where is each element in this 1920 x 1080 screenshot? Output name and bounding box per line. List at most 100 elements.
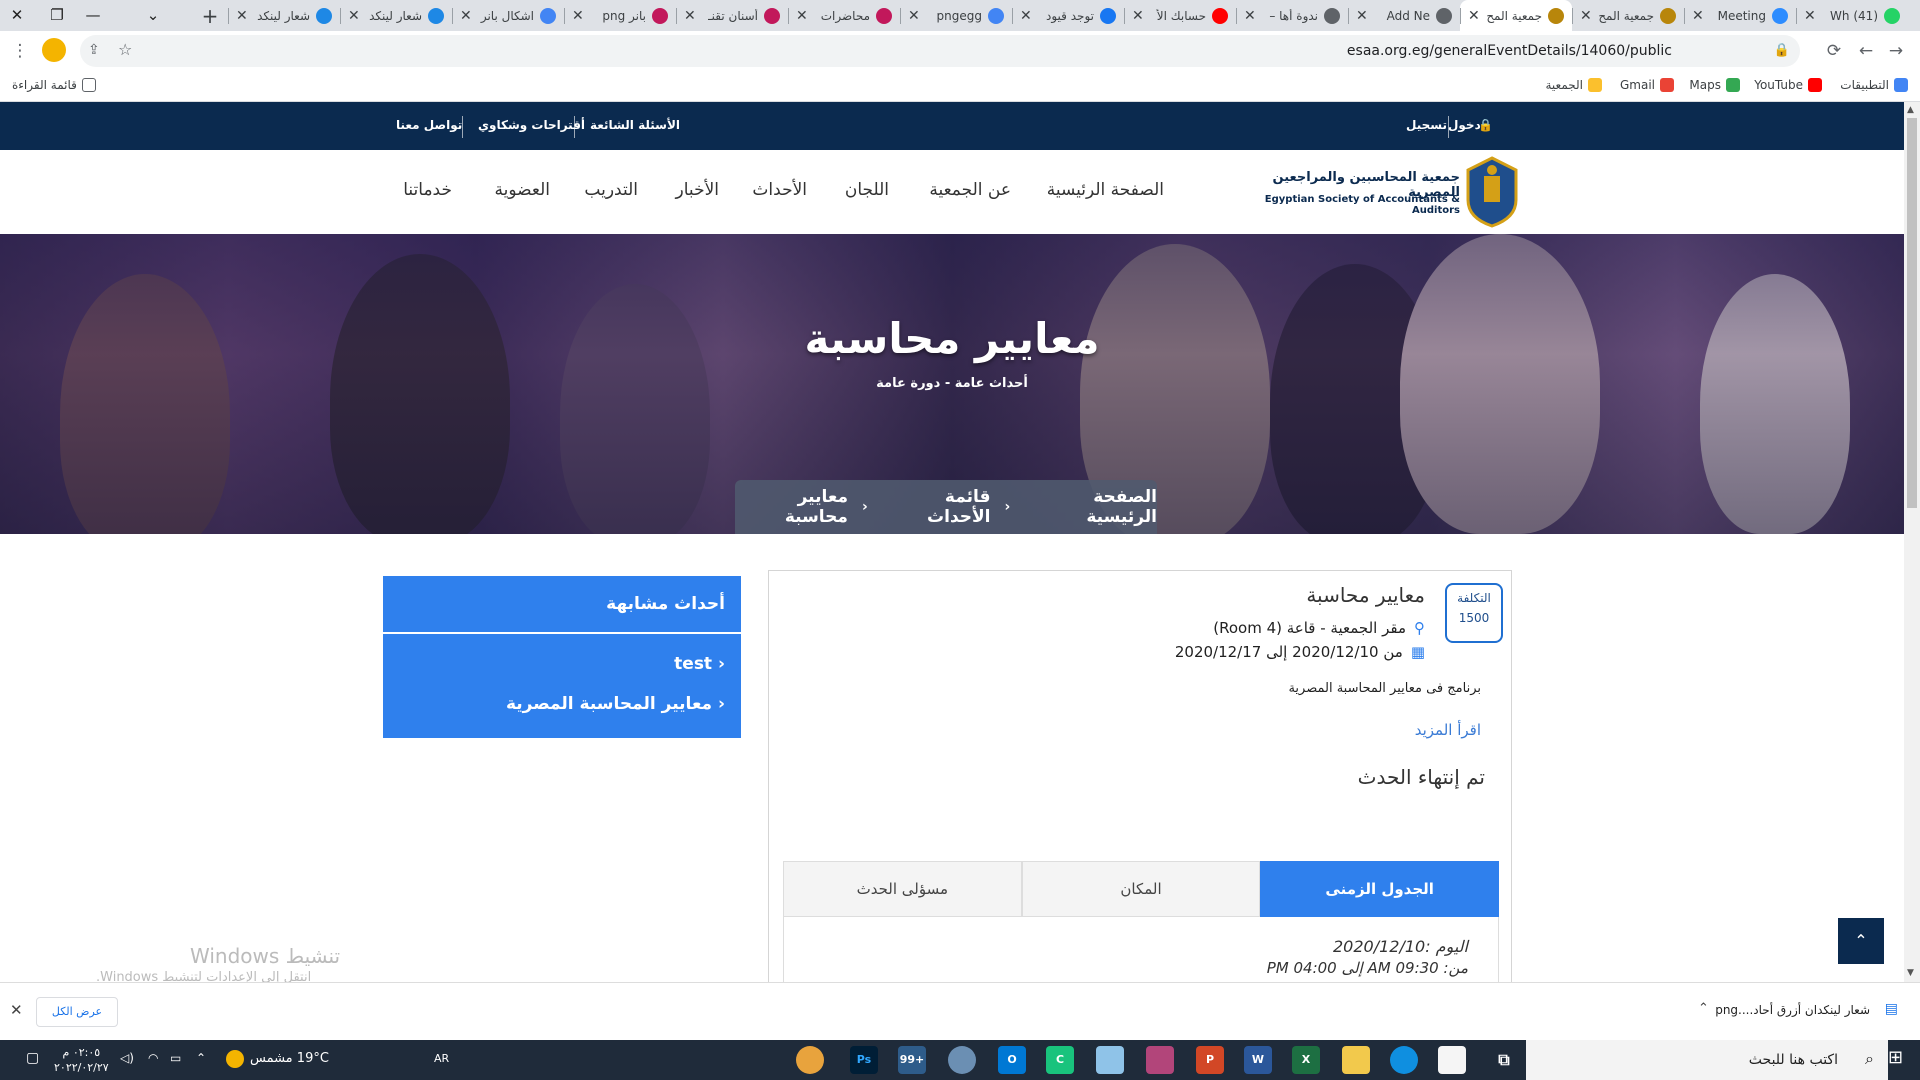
paint-icon[interactable] <box>948 1046 976 1074</box>
photoshop-icon[interactable]: Ps <box>850 1046 878 1074</box>
weather-widget[interactable]: 19°C مشمس <box>250 1051 329 1066</box>
browser-tab[interactable]: جمعية المح ✕ <box>1572 0 1684 31</box>
nav-news[interactable]: الأخبار <box>676 180 719 200</box>
close-tab-icon[interactable]: ✕ <box>1580 8 1592 24</box>
taskbar-search[interactable]: ⌕ اكتب هنا للبحث <box>1526 1040 1888 1080</box>
chevron-up-icon[interactable]: ⌃ <box>196 1051 206 1065</box>
close-tab-icon[interactable]: ✕ <box>796 8 808 24</box>
browser-tab[interactable]: ندوة أها – ✕ <box>1236 0 1348 31</box>
powerpoint-icon[interactable]: P <box>1196 1046 1224 1074</box>
chevron-up-icon[interactable]: ⌃ <box>1698 1001 1709 1016</box>
faq-link[interactable]: الأسئلة الشائعة <box>590 118 680 132</box>
close-tab-icon[interactable]: ✕ <box>572 8 584 24</box>
scrollbar-thumb[interactable] <box>1907 118 1917 508</box>
forward-icon[interactable]: ← <box>1850 35 1882 67</box>
related-event-item[interactable]: ‹ test <box>674 654 725 674</box>
nav-membership[interactable]: العضوية <box>495 180 550 200</box>
tab-schedule[interactable]: الجدول الزمنى <box>1260 861 1499 917</box>
back-to-top-button[interactable]: ⌃ <box>1838 918 1884 964</box>
login-link[interactable]: دخول <box>1448 118 1481 132</box>
address-bar[interactable]: 🔒 esaa.org.eg/generalEventDetails/14060/… <box>80 35 1800 67</box>
close-tab-icon[interactable]: ✕ <box>1132 8 1144 24</box>
close-tab-icon[interactable]: ✕ <box>1692 8 1704 24</box>
browser-tab[interactable]: (41) Wh ✕ <box>1796 0 1908 31</box>
browser-tab[interactable]: Meeting ✕ <box>1684 0 1796 31</box>
browser-tab[interactable]: شعار لينكد ✕ <box>340 0 452 31</box>
browser-tab[interactable]: بانر png ✕ <box>564 0 676 31</box>
browser-tab[interactable]: محاضرات ✕ <box>788 0 900 31</box>
related-event-item[interactable]: ‹ معايير المحاسبة المصرية <box>506 694 725 714</box>
downloaded-file[interactable]: شعار لينكدان أزرق أحاد....png <box>1715 1003 1870 1017</box>
nav-services[interactable]: خدماتنا <box>403 180 452 200</box>
contact-link[interactable]: تواصل معنا <box>396 118 462 132</box>
browser-tab[interactable]: Add Ne ✕ <box>1348 0 1460 31</box>
battery-icon[interactable]: ▭ <box>170 1051 181 1065</box>
snip-icon[interactable] <box>1146 1046 1174 1074</box>
close-tab-icon[interactable]: ✕ <box>1468 8 1480 24</box>
new-tab-button[interactable]: + <box>196 2 224 30</box>
tab-venue[interactable]: المكان <box>1021 861 1261 917</box>
close-window-icon[interactable]: ✕ <box>0 0 40 31</box>
close-tab-icon[interactable]: ✕ <box>908 8 920 24</box>
close-tab-icon[interactable]: ✕ <box>348 8 360 24</box>
browser-tab[interactable]: حسابك الأ ✕ <box>1124 0 1236 31</box>
volume-icon[interactable]: ◁) <box>120 1051 134 1065</box>
browser-tab[interactable]: pngegg ✕ <box>900 0 1012 31</box>
page-scrollbar[interactable]: ▲ ▼ <box>1904 102 1920 982</box>
reload-icon[interactable]: ⟳ <box>1818 35 1850 67</box>
menu-kebab-icon[interactable]: ⋮ <box>4 35 36 67</box>
taskbar-clock[interactable]: ٠٢:٠٥ م ٢٠٢٢/٠٢/٢٧ <box>54 1045 109 1075</box>
close-tab-icon[interactable]: ✕ <box>236 8 248 24</box>
bookmark-apps[interactable]: التطبيقات <box>1840 78 1908 92</box>
task-view-icon[interactable]: ⧉ <box>1490 1046 1518 1074</box>
close-tab-icon[interactable]: ✕ <box>1356 8 1368 24</box>
camtasia-icon[interactable]: C <box>1046 1046 1074 1074</box>
close-tab-icon[interactable]: ✕ <box>684 8 696 24</box>
tab-search-chevron-icon[interactable]: ⌄ <box>130 0 176 31</box>
file-explorer-icon[interactable] <box>1342 1046 1370 1074</box>
input-language[interactable]: AR <box>434 1052 449 1065</box>
excel-icon[interactable]: X <box>1292 1046 1320 1074</box>
store-icon[interactable] <box>1438 1046 1466 1074</box>
nav-training[interactable]: التدريب <box>584 180 638 200</box>
restore-icon[interactable]: ❐ <box>34 0 80 31</box>
scroll-up-arrow-icon[interactable]: ▲ <box>1907 105 1914 115</box>
society-logo[interactable] <box>1464 156 1520 228</box>
word-icon[interactable]: W <box>1244 1046 1272 1074</box>
show-all-downloads-button[interactable]: عرض الكل <box>36 997 118 1027</box>
close-tab-icon[interactable]: ✕ <box>1804 8 1816 24</box>
breadcrumb-home[interactable]: الصفحة الرئيسية <box>1024 487 1157 527</box>
nav-home[interactable]: الصفحة الرئيسية <box>1047 180 1164 200</box>
wifi-icon[interactable]: ◠ <box>148 1051 158 1065</box>
outlook-icon[interactable]: O <box>998 1046 1026 1074</box>
notes-icon[interactable] <box>1096 1046 1124 1074</box>
share-icon[interactable]: ⇪ <box>88 42 100 58</box>
close-tab-icon[interactable]: ✕ <box>460 8 472 24</box>
chrome-user-icon[interactable] <box>796 1046 824 1074</box>
close-tab-icon[interactable]: ✕ <box>1244 8 1256 24</box>
read-more-link[interactable]: اقرأ المزيد <box>1415 721 1481 739</box>
nav-committees[interactable]: اللجان <box>845 180 889 200</box>
reading-list-button[interactable]: قائمة القراءة <box>12 78 96 92</box>
register-link[interactable]: تسجيل <box>1406 118 1447 132</box>
edge-icon[interactable] <box>1390 1046 1418 1074</box>
browser-tab[interactable]: أسنان تقنـ ✕ <box>676 0 788 31</box>
bookmark-gmail[interactable]: Gmail <box>1620 78 1674 92</box>
bookmark-society[interactable]: الجمعية <box>1545 78 1602 92</box>
browser-tab[interactable]: جمعية المح ✕ <box>1460 0 1572 31</box>
bookmark-star-icon[interactable]: ☆ <box>118 40 132 59</box>
back-icon[interactable]: → <box>1880 35 1912 67</box>
browser-tab[interactable]: اشكال بانر ✕ <box>452 0 564 31</box>
bookmark-maps[interactable]: Maps <box>1689 78 1740 92</box>
bookmark-youtube[interactable]: YouTube <box>1754 78 1822 92</box>
close-tab-icon[interactable]: ✕ <box>1020 8 1032 24</box>
nav-about[interactable]: عن الجمعية <box>929 180 1011 200</box>
mail-icon[interactable]: 99+ <box>898 1046 926 1074</box>
breadcrumb-events[interactable]: قائمة الأحداث <box>882 487 990 527</box>
profile-avatar[interactable] <box>42 38 66 62</box>
windows-start-icon[interactable]: ⊞ <box>1888 1048 1908 1068</box>
browser-tab[interactable]: توجد قيود ✕ <box>1012 0 1124 31</box>
close-download-bar-icon[interactable]: ✕ <box>10 1001 23 1019</box>
nav-events[interactable]: الأحداث <box>752 180 807 200</box>
browser-tab[interactable]: شعار لينكد ✕ <box>228 0 340 31</box>
